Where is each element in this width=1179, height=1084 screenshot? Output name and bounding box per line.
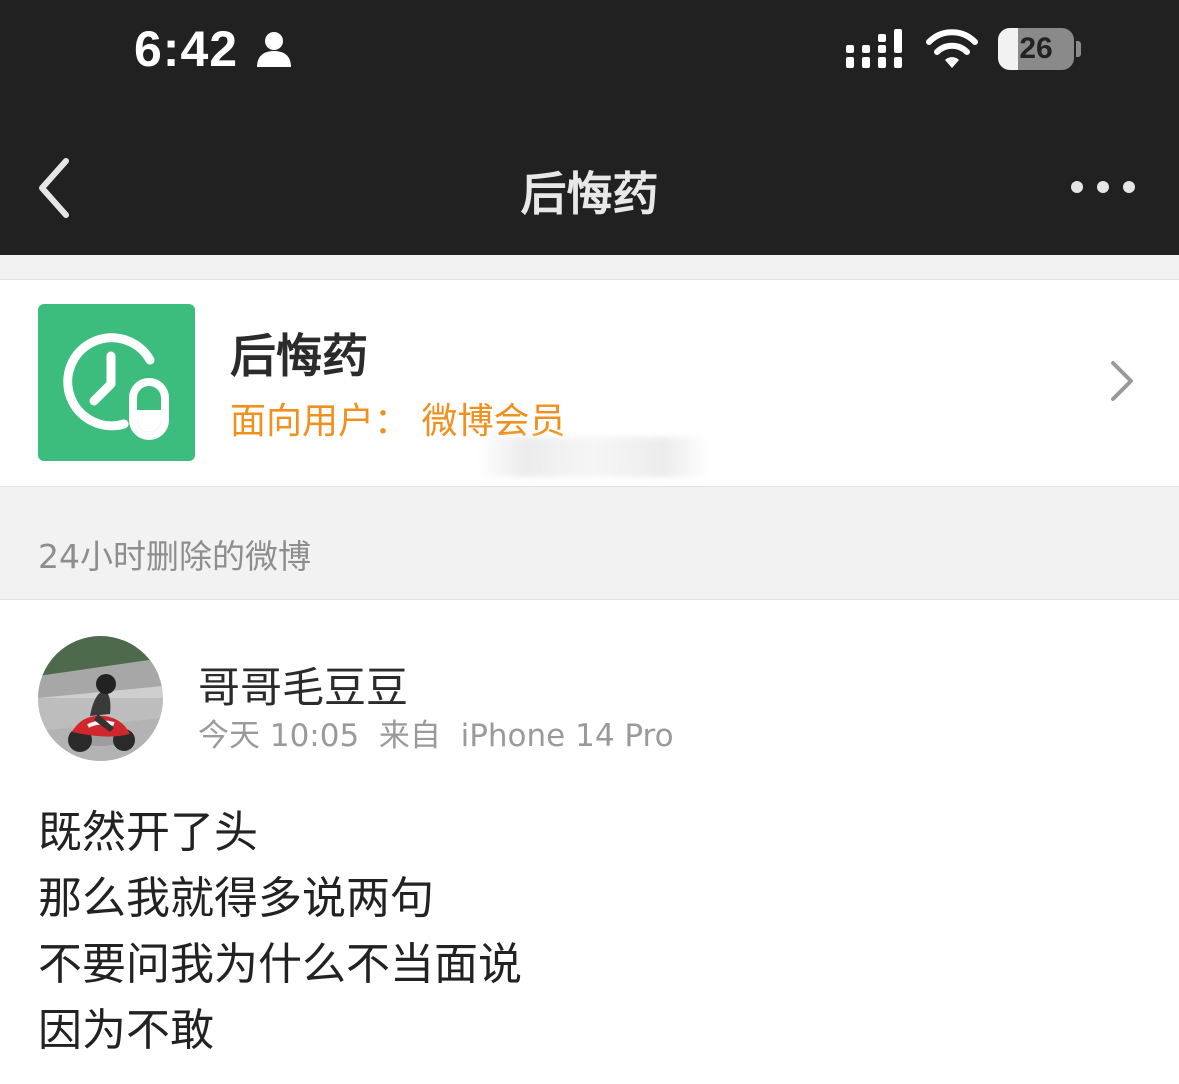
blurred-watermark <box>478 437 710 477</box>
wifi-icon <box>926 29 978 68</box>
clock-pill-logo-icon <box>38 304 195 461</box>
feature-title: 后悔药 <box>230 329 368 383</box>
status-time: 6:42 <box>134 21 239 77</box>
page-title: 后悔药 <box>520 167 659 221</box>
section-header: 24小时删除的微博 <box>0 486 1179 600</box>
top-bar: 6:42 26 后悔药 <box>0 0 1179 255</box>
battery-icon: 26 <box>998 28 1074 70</box>
battery-tip <box>1076 41 1081 57</box>
post-card: 哥哥毛豆豆 今天 10:05 来自 iPhone 14 Pro 既然开了头 那么… <box>0 600 1179 1084</box>
more-icon[interactable] <box>1066 172 1140 202</box>
section-title: 24小时删除的微博 <box>38 537 311 576</box>
person-icon <box>257 32 291 67</box>
chevron-right-icon[interactable] <box>1104 358 1138 404</box>
signal-icon <box>846 29 902 68</box>
username[interactable]: 哥哥毛豆豆 <box>198 654 408 715</box>
separator <box>0 255 1179 280</box>
avatar[interactable] <box>38 636 163 761</box>
post-line: 不要问我为什么不当面说 <box>38 939 522 990</box>
post-body: 既然开了头 那么我就得多说两句 不要问我为什么不当面说 因为不敢 <box>38 800 522 1064</box>
post-line: 既然开了头 <box>38 807 258 858</box>
battery-level: 26 <box>1019 32 1053 65</box>
post-line: 因为不敢 <box>38 1005 214 1056</box>
post-line: 那么我就得多说两句 <box>38 873 434 924</box>
post-meta: 今天 10:05 来自 iPhone 14 Pro <box>198 718 674 754</box>
